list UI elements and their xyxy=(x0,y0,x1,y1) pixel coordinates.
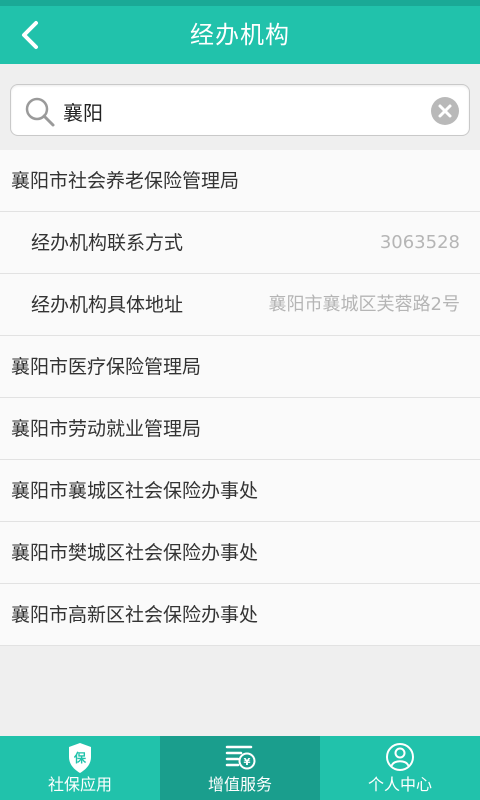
list-item-label: 襄阳市医疗保险管理局 xyxy=(11,356,202,378)
contact-phone-value: 3063528 xyxy=(379,232,460,253)
agency-list: 襄阳市社会养老保险管理局 经办机构联系方式 3063528 经办机构具体地址 襄… xyxy=(0,150,480,646)
person-icon xyxy=(386,743,414,771)
search-box xyxy=(10,84,470,136)
list-item-address[interactable]: 经办机构具体地址 襄阳市襄城区芙蓉路2号 xyxy=(0,274,480,336)
tab-social-security-apps[interactable]: 保 社保应用 xyxy=(0,736,160,800)
svg-text:保: 保 xyxy=(73,750,87,765)
tab-label: 增值服务 xyxy=(207,775,272,794)
app-header: 经办机构 xyxy=(0,6,480,64)
search-input[interactable] xyxy=(63,93,433,129)
list-item-label: 襄阳市樊城区社会保险办事处 xyxy=(11,542,259,564)
list-item-agency[interactable]: 襄阳市襄城区社会保险办事处 xyxy=(0,460,480,522)
bottom-tab-bar: 保 社保应用 ¥ 增值服务 个人中心 xyxy=(0,736,480,800)
list-item-agency[interactable]: 襄阳市医疗保险管理局 xyxy=(0,336,480,398)
svg-text:¥: ¥ xyxy=(244,757,251,768)
list-item-label: 襄阳市襄城区社会保险办事处 xyxy=(11,480,259,502)
tab-personal-center[interactable]: 个人中心 xyxy=(320,736,480,800)
back-button[interactable] xyxy=(10,14,50,56)
list-item-label: 襄阳市劳动就业管理局 xyxy=(11,418,202,440)
search-icon xyxy=(25,97,55,127)
address-value: 襄阳市襄城区芙蓉路2号 xyxy=(268,294,460,315)
list-item-label: 经办机构具体地址 xyxy=(31,294,184,316)
tab-label: 个人中心 xyxy=(367,775,432,794)
page-title: 经办机构 xyxy=(190,21,290,49)
list-item-label: 襄阳市高新区社会保险办事处 xyxy=(11,604,259,626)
yen-card-icon: ¥ xyxy=(225,745,256,770)
tab-label: 社保应用 xyxy=(47,775,112,794)
list-item-agency[interactable]: 襄阳市劳动就业管理局 xyxy=(0,398,480,460)
clear-search-button[interactable] xyxy=(431,97,459,125)
shield-icon: 保 xyxy=(69,743,91,773)
list-item-label: 襄阳市社会养老保险管理局 xyxy=(11,170,240,192)
list-item-agency[interactable]: 襄阳市社会养老保险管理局 xyxy=(0,150,480,212)
clear-icon xyxy=(438,104,452,118)
tab-value-added-services[interactable]: ¥ 增值服务 xyxy=(160,736,320,800)
list-item-label: 经办机构联系方式 xyxy=(31,232,184,254)
list-item-agency[interactable]: 襄阳市樊城区社会保险办事处 xyxy=(0,522,480,584)
list-item-contact[interactable]: 经办机构联系方式 3063528 xyxy=(0,212,480,274)
back-arrow-icon xyxy=(22,21,38,49)
search-area xyxy=(0,64,480,150)
list-item-agency[interactable]: 襄阳市高新区社会保险办事处 xyxy=(0,584,480,646)
